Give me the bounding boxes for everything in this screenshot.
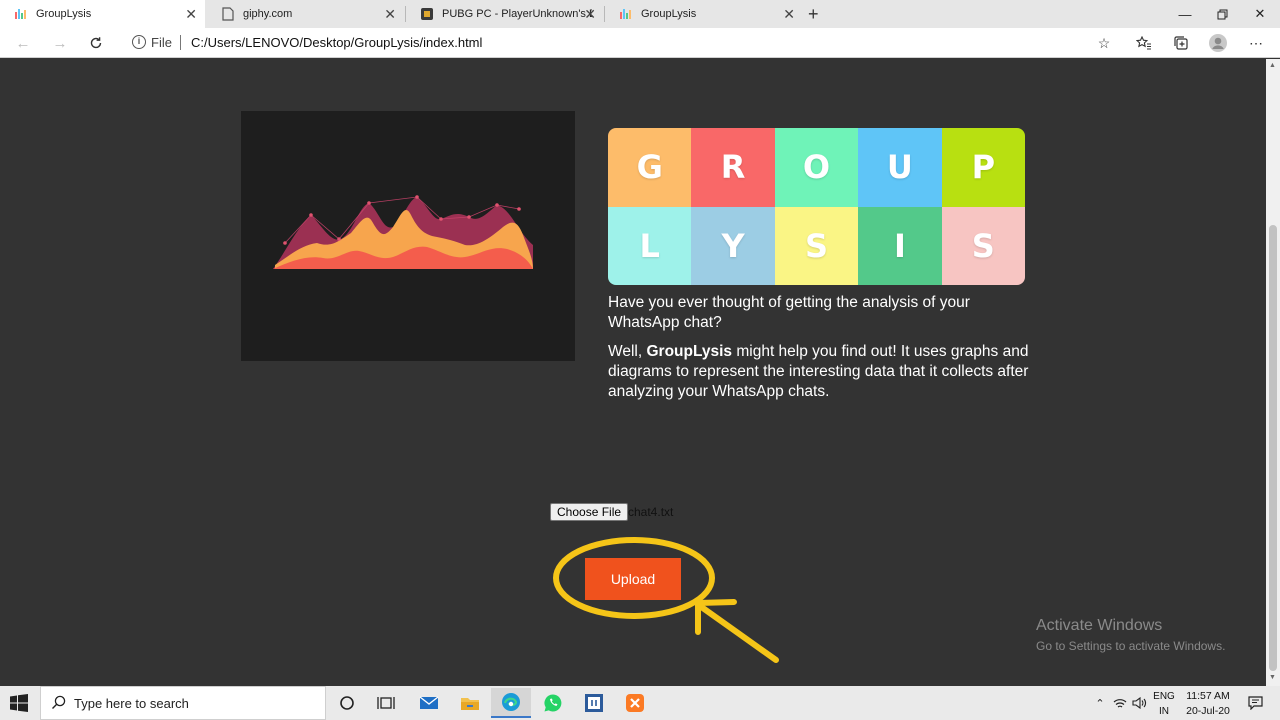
code-editor-icon[interactable] [574, 688, 614, 718]
intro-question: Have you ever thought of getting the ana… [608, 294, 970, 331]
show-hidden-icons-chevron-icon[interactable]: ⌃ [1092, 686, 1108, 720]
pubg-favicon-icon [420, 7, 434, 21]
info-icon[interactable]: i [132, 35, 146, 49]
tab-grouplysis-active[interactable]: GroupLysis ✕ [0, 0, 205, 28]
favorites-list-icon[interactable] [1133, 33, 1155, 53]
grouplysis-logo: G R O U P L Y S I S [608, 128, 1025, 285]
minimize-icon[interactable]: — [1167, 0, 1203, 28]
intro-answer: Well, GroupLysis might help you find out… [608, 342, 1038, 402]
forward-arrow-icon[interactable]: → [49, 33, 71, 53]
page-scrollbar[interactable]: ▲ ▼ [1266, 59, 1280, 686]
clock-date: 20-Jul-20 [1186, 705, 1230, 717]
logo-letter: G [608, 128, 692, 207]
logo-letter: O [774, 128, 859, 207]
file-explorer-icon[interactable] [450, 688, 490, 718]
chart-animation-image [241, 111, 575, 361]
cortana-icon[interactable] [327, 688, 367, 718]
tab-strip: GroupLysis ✕ giphy.com ✕ PUBG PC - Playe… [0, 0, 1280, 28]
clock-time: 11:57 AM [1186, 690, 1230, 702]
tab-title: PUBG PC - PlayerUnknown's Battl [442, 8, 592, 20]
close-tab-icon[interactable]: ✕ [384, 6, 396, 22]
logo-letter: R [691, 128, 775, 207]
wifi-icon[interactable] [1111, 686, 1129, 720]
restore-icon[interactable] [1204, 0, 1240, 28]
collections-icon[interactable] [1170, 33, 1192, 53]
grouplysis-favicon-icon [14, 7, 28, 21]
logo-letter: U [858, 128, 942, 207]
language-indicator[interactable]: ENG IN [1152, 689, 1176, 719]
scroll-up-arrow-icon[interactable]: ▲ [1269, 62, 1276, 69]
xampp-icon[interactable] [615, 688, 655, 718]
system-clock[interactable]: 11:57 AM 20-Jul-20 [1180, 689, 1236, 719]
answer-prefix: Well, [608, 343, 647, 360]
scrollbar-thumb[interactable] [1269, 225, 1277, 671]
mail-icon[interactable] [409, 688, 449, 718]
url-scheme: File [151, 35, 172, 50]
address-toolbar: ← → i File C:/Users/LENOVO/Desktop/Group… [0, 28, 1280, 58]
activate-windows-watermark: Activate Windows Go to Settings to activ… [1036, 617, 1225, 653]
tab-pubg[interactable]: PUBG PC - PlayerUnknown's Battl ✕ [406, 0, 604, 28]
logo-letter: S [774, 206, 859, 285]
tab-grouplysis-second[interactable]: GroupLysis ✕ [605, 0, 803, 28]
language-code: ENG [1153, 691, 1175, 702]
close-window-icon[interactable]: ✕ [1242, 0, 1278, 28]
edge-browser-icon[interactable] [491, 688, 531, 718]
logo-letter: L [608, 206, 692, 285]
grouplysis-favicon-icon [619, 7, 633, 21]
close-tab-icon[interactable]: ✕ [185, 6, 197, 22]
back-arrow-icon[interactable]: ← [12, 33, 34, 53]
url-field[interactable]: C:/Users/LENOVO/Desktop/GroupLysis/index… [191, 35, 482, 50]
logo-letter: S [941, 206, 1025, 285]
profile-avatar-icon[interactable] [1207, 33, 1229, 53]
favorite-star-icon[interactable]: ☆ [1093, 33, 1115, 53]
notifications-icon[interactable] [1244, 686, 1266, 720]
watermark-title: Activate Windows [1036, 617, 1163, 634]
refresh-icon[interactable] [85, 33, 107, 53]
whatsapp-icon[interactable] [533, 688, 573, 718]
task-view-icon[interactable] [366, 688, 406, 718]
watermark-subtitle: Go to Settings to activate Windows. [1036, 639, 1226, 653]
selected-file-name: chat4.txt [628, 505, 674, 519]
windows-taskbar: Type here to search ⌃ ENG IN 11:57 AM 20… [0, 686, 1280, 720]
more-menu-icon[interactable]: ⋯ [1245, 33, 1267, 53]
brand-name: GroupLysis [646, 343, 733, 360]
tab-title: GroupLysis [641, 8, 697, 20]
tab-title: GroupLysis [36, 8, 92, 20]
logo-letter: P [941, 128, 1025, 207]
search-icon [51, 695, 66, 715]
choose-file-button[interactable]: Choose File [550, 503, 629, 521]
intro-text: Have you ever thought of getting the ana… [608, 293, 1038, 411]
page-icon [221, 7, 235, 21]
scroll-down-arrow-icon[interactable]: ▼ [1269, 674, 1276, 681]
search-placeholder: Type here to search [74, 696, 189, 711]
close-tab-icon[interactable]: ✕ [783, 6, 795, 22]
tab-giphy[interactable]: giphy.com ✕ [207, 0, 404, 28]
upload-button[interactable]: Upload [585, 558, 681, 600]
url-divider [180, 35, 181, 50]
logo-letter: Y [691, 206, 775, 285]
new-tab-icon[interactable]: + [808, 4, 819, 25]
windows-start-icon[interactable] [10, 694, 28, 712]
region-code: IN [1159, 706, 1169, 717]
close-tab-icon[interactable]: ✕ [584, 6, 596, 22]
tab-title: giphy.com [243, 8, 293, 20]
volume-icon[interactable] [1130, 686, 1148, 720]
logo-letter: I [858, 206, 942, 285]
taskbar-search-box[interactable]: Type here to search [40, 686, 326, 720]
